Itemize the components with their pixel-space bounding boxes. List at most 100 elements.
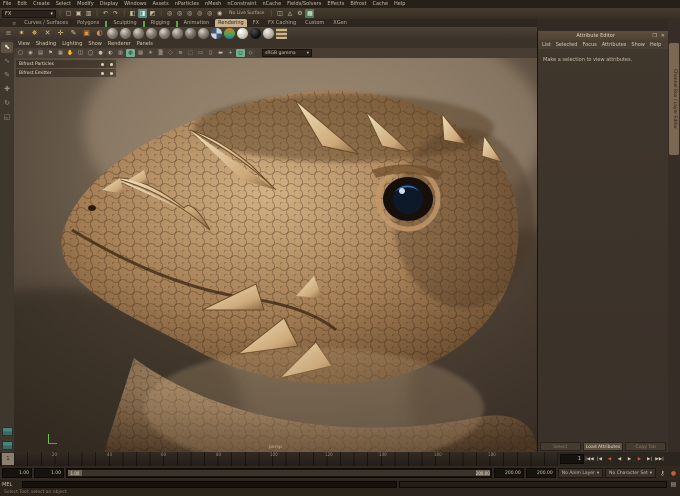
- attribute-editor-menu-item[interactable]: Attributes: [602, 42, 627, 48]
- open-scene-icon[interactable]: ▣: [74, 9, 83, 18]
- shelf-menu-icon[interactable]: ≡: [3, 28, 14, 39]
- textured-icon[interactable]: ▨: [136, 49, 145, 57]
- env-ball-icon[interactable]: [237, 28, 248, 39]
- panel-menu-item[interactable]: Lighting: [62, 41, 82, 47]
- two-d-pan-zoom-icon[interactable]: ✋: [66, 49, 75, 57]
- surface-shader-icon[interactable]: [263, 28, 274, 39]
- shelf-tab[interactable]: Sculpting: [110, 19, 139, 27]
- float-panel-icon[interactable]: ❐: [652, 33, 656, 39]
- set-key-icon[interactable]: ⚷: [658, 469, 667, 478]
- current-frame-field[interactable]: 1: [560, 454, 584, 464]
- anisotropic-material-icon[interactable]: [120, 28, 131, 39]
- script-editor-icon[interactable]: ▤: [669, 481, 678, 488]
- shadows-icon[interactable]: ▒: [156, 49, 165, 57]
- panel-menu-item[interactable]: Show: [88, 41, 102, 47]
- step-forward-frame-button[interactable]: ▶|: [645, 455, 654, 464]
- shelf-tab[interactable]: FX: [250, 19, 262, 27]
- menu-item[interactable]: nMesh: [205, 0, 221, 8]
- playback-start-field[interactable]: 1.00: [34, 468, 64, 478]
- undo-icon[interactable]: ↶: [101, 9, 110, 18]
- go-to-start-button[interactable]: |◀◀: [585, 455, 594, 464]
- character-set-dropdown[interactable]: No Character Set ▾: [605, 468, 656, 478]
- shaded-icon[interactable]: ◍: [126, 49, 135, 57]
- play-forwards-button[interactable]: ▶: [625, 455, 634, 464]
- new-scene-icon[interactable]: ▢: [64, 9, 73, 18]
- attribute-editor-menu-item[interactable]: Focus: [582, 42, 596, 48]
- play-backwards-button[interactable]: ◀: [615, 455, 624, 464]
- render-settings-icon[interactable]: ⚙: [295, 9, 304, 18]
- anim-layer-dropdown[interactable]: No Anim Layer ▾: [557, 468, 604, 478]
- file-texture-icon[interactable]: [276, 28, 287, 39]
- range-start-handle[interactable]: 1.00: [68, 470, 82, 476]
- render-current-frame-icon[interactable]: ◫: [275, 9, 284, 18]
- phong-e-material-icon[interactable]: [172, 28, 183, 39]
- point-light-icon[interactable]: ✶: [16, 28, 27, 39]
- use-all-lights-icon[interactable]: ☀: [146, 49, 155, 57]
- shelf-tab[interactable]: Rigging: [148, 19, 173, 27]
- lambert-material-icon[interactable]: [146, 28, 157, 39]
- paint-select-tool[interactable]: ✎: [1, 70, 13, 81]
- make-live-icon[interactable]: ◉: [215, 9, 224, 18]
- isolate-select-icon[interactable]: ◇: [246, 49, 255, 57]
- rotate-tool[interactable]: ↻: [1, 98, 13, 109]
- volume-light-icon[interactable]: ✎: [68, 28, 79, 39]
- hud-toggle-icon[interactable]: [110, 71, 113, 75]
- select-button[interactable]: Select: [540, 441, 581, 451]
- panel-menu-item[interactable]: Shading: [36, 41, 56, 47]
- shading-map-icon[interactable]: [198, 28, 209, 39]
- menu-item[interactable]: Windows: [124, 0, 146, 8]
- menu-item[interactable]: Create: [33, 0, 50, 8]
- panel-menu-item[interactable]: Renderer: [108, 41, 131, 47]
- standard-surface-material-icon[interactable]: [107, 28, 118, 39]
- menu-item[interactable]: nCache: [262, 0, 281, 8]
- move-tool[interactable]: ✚: [1, 84, 13, 95]
- shelf-tab[interactable]: Polygons: [74, 19, 102, 27]
- shelf-tab[interactable]: FX Caching: [265, 19, 299, 27]
- viewport-canvas[interactable]: Bifrost Particles Bifrost Emitter persp: [14, 58, 537, 452]
- shelf-tab[interactable]: Custom: [302, 19, 327, 27]
- wireframe-icon[interactable]: ▥: [116, 49, 125, 57]
- menu-item[interactable]: Select: [56, 0, 71, 8]
- menu-item[interactable]: Display: [100, 0, 118, 8]
- save-scene-icon[interactable]: ▥: [84, 9, 93, 18]
- menu-item[interactable]: Bifrost: [350, 0, 366, 8]
- step-back-key-button[interactable]: ◀: [605, 455, 614, 464]
- hud-toggle-icon[interactable]: [101, 62, 104, 66]
- attribute-editor-menu-item[interactable]: Selected: [556, 42, 578, 48]
- xray-icon[interactable]: ◯: [86, 49, 95, 57]
- material-viewer-toggle-icon[interactable]: ▦: [305, 9, 315, 18]
- select-component-icon[interactable]: ◩: [148, 9, 157, 18]
- snap-to-projected-center-icon[interactable]: ◎: [195, 9, 204, 18]
- attribute-editor-menu-item[interactable]: List: [542, 42, 551, 48]
- ambient-occlusion-icon[interactable]: ◌: [166, 49, 175, 57]
- ramp-texture-icon[interactable]: [224, 28, 235, 39]
- viewport-layout-four-button[interactable]: [1, 441, 13, 450]
- range-slider[interactable]: 1.00 200.00: [66, 468, 492, 478]
- shelf-tab[interactable]: Rendering: [215, 19, 247, 27]
- playback-end-field[interactable]: 200.00: [493, 468, 524, 478]
- step-back-frame-button[interactable]: |◀: [595, 455, 604, 464]
- ipr-render-icon[interactable]: ◬: [285, 9, 294, 18]
- hud-toggle-icon[interactable]: [101, 71, 104, 75]
- select-tool[interactable]: ⬉: [1, 42, 13, 53]
- select-camera-icon[interactable]: ▢: [16, 49, 25, 57]
- load-attributes-button[interactable]: Load Attributes: [582, 441, 624, 451]
- step-forward-key-button[interactable]: ▶: [635, 455, 644, 464]
- command-line-language-label[interactable]: MEL: [2, 482, 20, 488]
- spot-light-icon[interactable]: ✵: [29, 28, 40, 39]
- select-object-icon[interactable]: ◨: [138, 9, 148, 18]
- multisample-icon[interactable]: ⬚: [186, 49, 195, 57]
- menu-item[interactable]: Fields/Solvers: [287, 0, 321, 8]
- close-panel-icon[interactable]: ✕: [661, 33, 665, 39]
- joint-xray-icon[interactable]: ◫: [76, 49, 85, 57]
- snap-to-grid-icon[interactable]: ◎: [165, 9, 174, 18]
- resolution-gate-icon[interactable]: ▯: [206, 49, 215, 57]
- animation-start-field[interactable]: 1.00: [2, 468, 32, 478]
- shelf-tab[interactable]: Curves / Surfaces: [21, 19, 71, 27]
- scale-tool[interactable]: ◱: [1, 112, 13, 123]
- channel-box-layer-editor-tab[interactable]: Channel Box / Layer Editor: [669, 43, 679, 155]
- snap-to-curve-icon[interactable]: ◎: [175, 9, 184, 18]
- motion-blur-icon[interactable]: ≋: [176, 49, 185, 57]
- current-frame-marker[interactable]: 1: [2, 453, 14, 465]
- menu-item[interactable]: Cache: [372, 0, 388, 8]
